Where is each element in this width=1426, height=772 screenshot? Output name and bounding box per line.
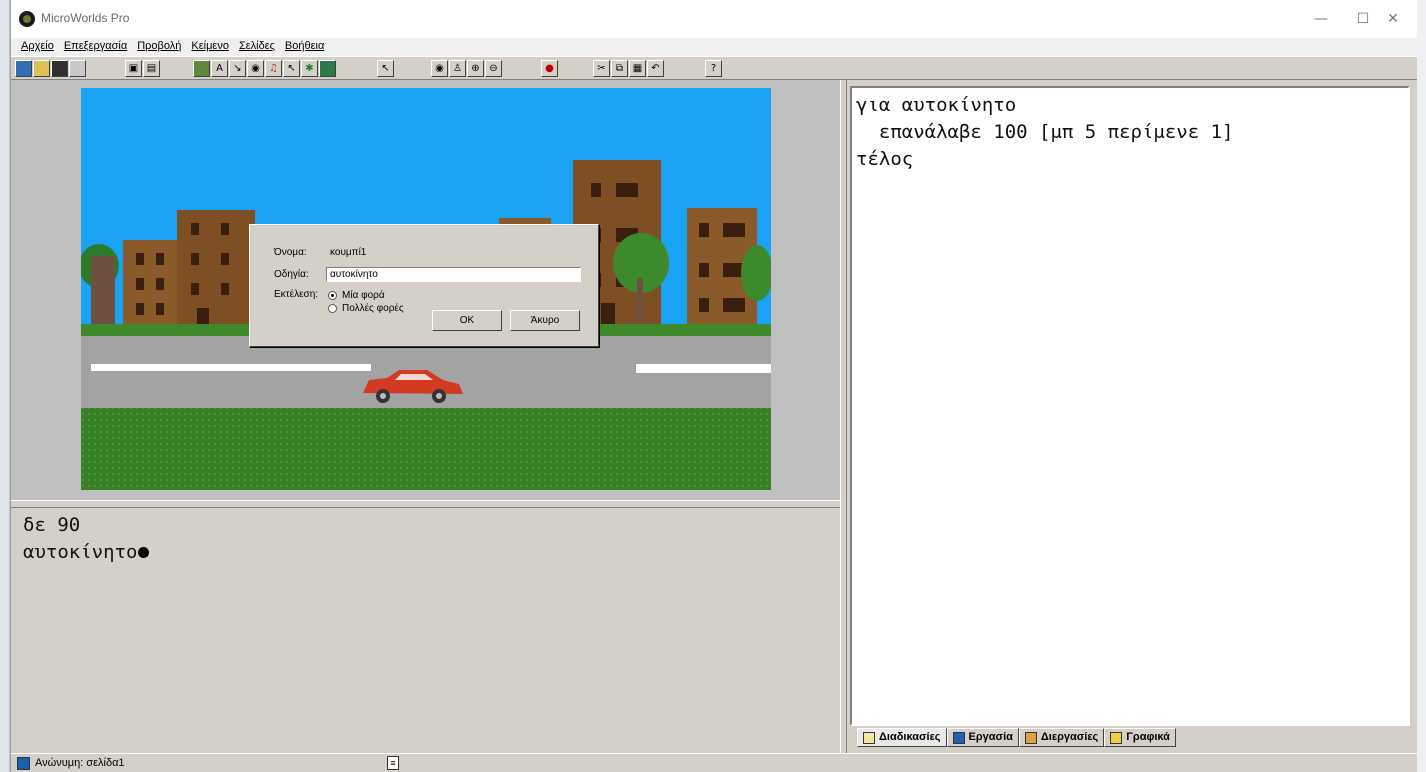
procedures-panel: για αυτοκίνητο επανάλαβε 100 [μπ 5 περίμ… — [847, 80, 1417, 753]
project-tab-icon — [952, 731, 965, 744]
processes-tab-icon — [1024, 731, 1037, 744]
desktop-edge-left — [0, 0, 10, 772]
vertical-splitter[interactable] — [840, 80, 847, 753]
app-logo-icon — [19, 11, 35, 27]
scene-canvas[interactable]: Όνομα: κουμπί1 Οδηγία: αυτοκίνητο Εκτέλε… — [81, 88, 771, 490]
minimize-button[interactable]: — — [1301, 8, 1341, 30]
menu-edit[interactable]: Επεξεργασία — [64, 38, 127, 54]
close-button[interactable]: ✕ — [1373, 8, 1413, 30]
graphics-tab-icon — [1110, 731, 1123, 744]
radio-many[interactable] — [328, 304, 337, 313]
procedure-line: για αυτοκίνητο — [856, 94, 1017, 116]
microworlds-window: MicroWorlds Pro — ☐ ✕ Αρχείο Επεξεργασία Π… — [10, 0, 1417, 772]
instruction-input[interactable]: αυτοκίνητο — [326, 267, 581, 282]
button-dialog: Όνομα: κουμπί1 Οδηγία: αυτοκίνητο Εκτέλε… — [249, 224, 599, 347]
text-cursor-icon — [138, 547, 150, 558]
button-icon[interactable]: ↘ — [229, 60, 246, 77]
turtle-shape-icon[interactable] — [319, 60, 336, 77]
option-once-label: Μία φορά — [342, 290, 385, 301]
stamp-icon[interactable]: ♙ — [449, 60, 466, 77]
music-icon[interactable]: ♫ — [265, 60, 282, 77]
name-label: Όνομα: — [274, 247, 307, 258]
page-list-icon[interactable]: ▤ — [143, 60, 160, 77]
notes-icon[interactable]: ≡ — [387, 756, 399, 770]
tab-label: Διεργασίες — [1040, 731, 1099, 743]
stop-icon[interactable]: ● — [541, 60, 558, 77]
open-icon[interactable] — [33, 60, 50, 77]
paste-icon[interactable]: ▦ — [629, 60, 646, 77]
command-line: αυτοκίνητο — [23, 539, 840, 566]
page-icon[interactable]: ▣ — [125, 60, 142, 77]
shapes-icon[interactable]: ✱ — [301, 60, 318, 77]
cancel-button[interactable]: Άκυρο — [510, 310, 580, 331]
copy-icon[interactable]: ⧉ — [611, 60, 628, 77]
turtle-icon[interactable] — [193, 60, 210, 77]
tab-procedures[interactable]: Διαδικασίες — [857, 728, 947, 747]
eye2-icon[interactable]: ◉ — [431, 60, 448, 77]
help-icon[interactable]: ? — [705, 60, 722, 77]
page-area: Όνομα: κουμπί1 Οδηγία: αυτοκίνητο Εκτέλε… — [11, 80, 840, 500]
zoom-out-icon[interactable]: ⊖ — [485, 60, 502, 77]
command-line: δε 90 — [23, 514, 81, 536]
procedures-tab-icon — [863, 731, 875, 744]
panel-tabs: Διαδικασίες Εργασία Διεργασίες Γραφικά — [857, 728, 1176, 748]
undo-icon[interactable]: ↶ — [647, 60, 664, 77]
procedure-line: τέλος — [856, 148, 914, 170]
command-center[interactable]: δε 90 αυτοκίνητο — [11, 508, 840, 753]
cut-icon[interactable]: ✂ — [593, 60, 610, 77]
slider-icon[interactable]: ↖ — [283, 60, 300, 77]
print-icon[interactable] — [69, 60, 86, 77]
title-bar: MicroWorlds Pro — ☐ ✕ — [11, 0, 1417, 38]
desktop-edge-right — [1416, 0, 1426, 772]
menu-help[interactable]: Βοήθεια — [285, 38, 324, 54]
tab-processes[interactable]: Διεργασίες — [1018, 728, 1105, 747]
text-box-icon[interactable]: A — [211, 60, 228, 77]
page-status-text: Ανώνυμη: σελίδα1 — [35, 757, 125, 769]
new-page-icon[interactable] — [15, 60, 32, 77]
horizontal-splitter[interactable] — [11, 500, 840, 508]
tab-project[interactable]: Εργασία — [946, 728, 1019, 747]
window-title: MicroWorlds Pro — [41, 11, 130, 25]
command-line-text: αυτοκίνητο — [23, 541, 138, 563]
procedure-line: επανάλαβε 100 [μπ 5 περίμενε 1] — [856, 121, 1234, 143]
page-status-icon — [17, 757, 30, 770]
status-bar: Ανώνυμη: σελίδα1 ≡ — [11, 753, 1417, 772]
tab-label: Γραφικά — [1126, 731, 1170, 743]
tab-label: Διαδικασίες — [879, 731, 941, 743]
name-value: κουμπί1 — [330, 247, 367, 258]
save-icon[interactable] — [51, 60, 68, 77]
tab-label: Εργασία — [968, 731, 1013, 743]
eye-icon[interactable]: ◉ — [247, 60, 264, 77]
tab-graphics[interactable]: Γραφικά — [1104, 728, 1176, 747]
ok-button[interactable]: OK — [432, 310, 502, 331]
menu-pages[interactable]: Σελίδες — [239, 38, 275, 54]
instruction-label: Οδηγία: — [274, 269, 309, 280]
toolbar: ▣ ▤ A ↘ ◉ ♫ ↖ ✱ ↖ ◉ ♙ ⊕ ⊖ ● ✂ ⧉ ▦ ↶ ? — [11, 56, 1417, 80]
pointer-icon[interactable]: ↖ — [377, 60, 394, 77]
menu-bar: Αρχείο Επεξεργασία Προβολή Κείμενο Σελίδες Βο… — [11, 38, 1417, 56]
zoom-in-icon[interactable]: ⊕ — [467, 60, 484, 77]
option-many-label: Πολλές φορές — [342, 303, 404, 314]
procedures-editor[interactable]: για αυτοκίνητο επανάλαβε 100 [μπ 5 περίμ… — [850, 86, 1410, 726]
menu-file[interactable]: Αρχείο — [21, 38, 54, 54]
run-label: Εκτέλεση: — [274, 289, 319, 300]
menu-view[interactable]: Προβολή — [137, 38, 181, 54]
menu-text[interactable]: Κείμενο — [191, 38, 229, 54]
radio-once[interactable] — [328, 291, 337, 300]
